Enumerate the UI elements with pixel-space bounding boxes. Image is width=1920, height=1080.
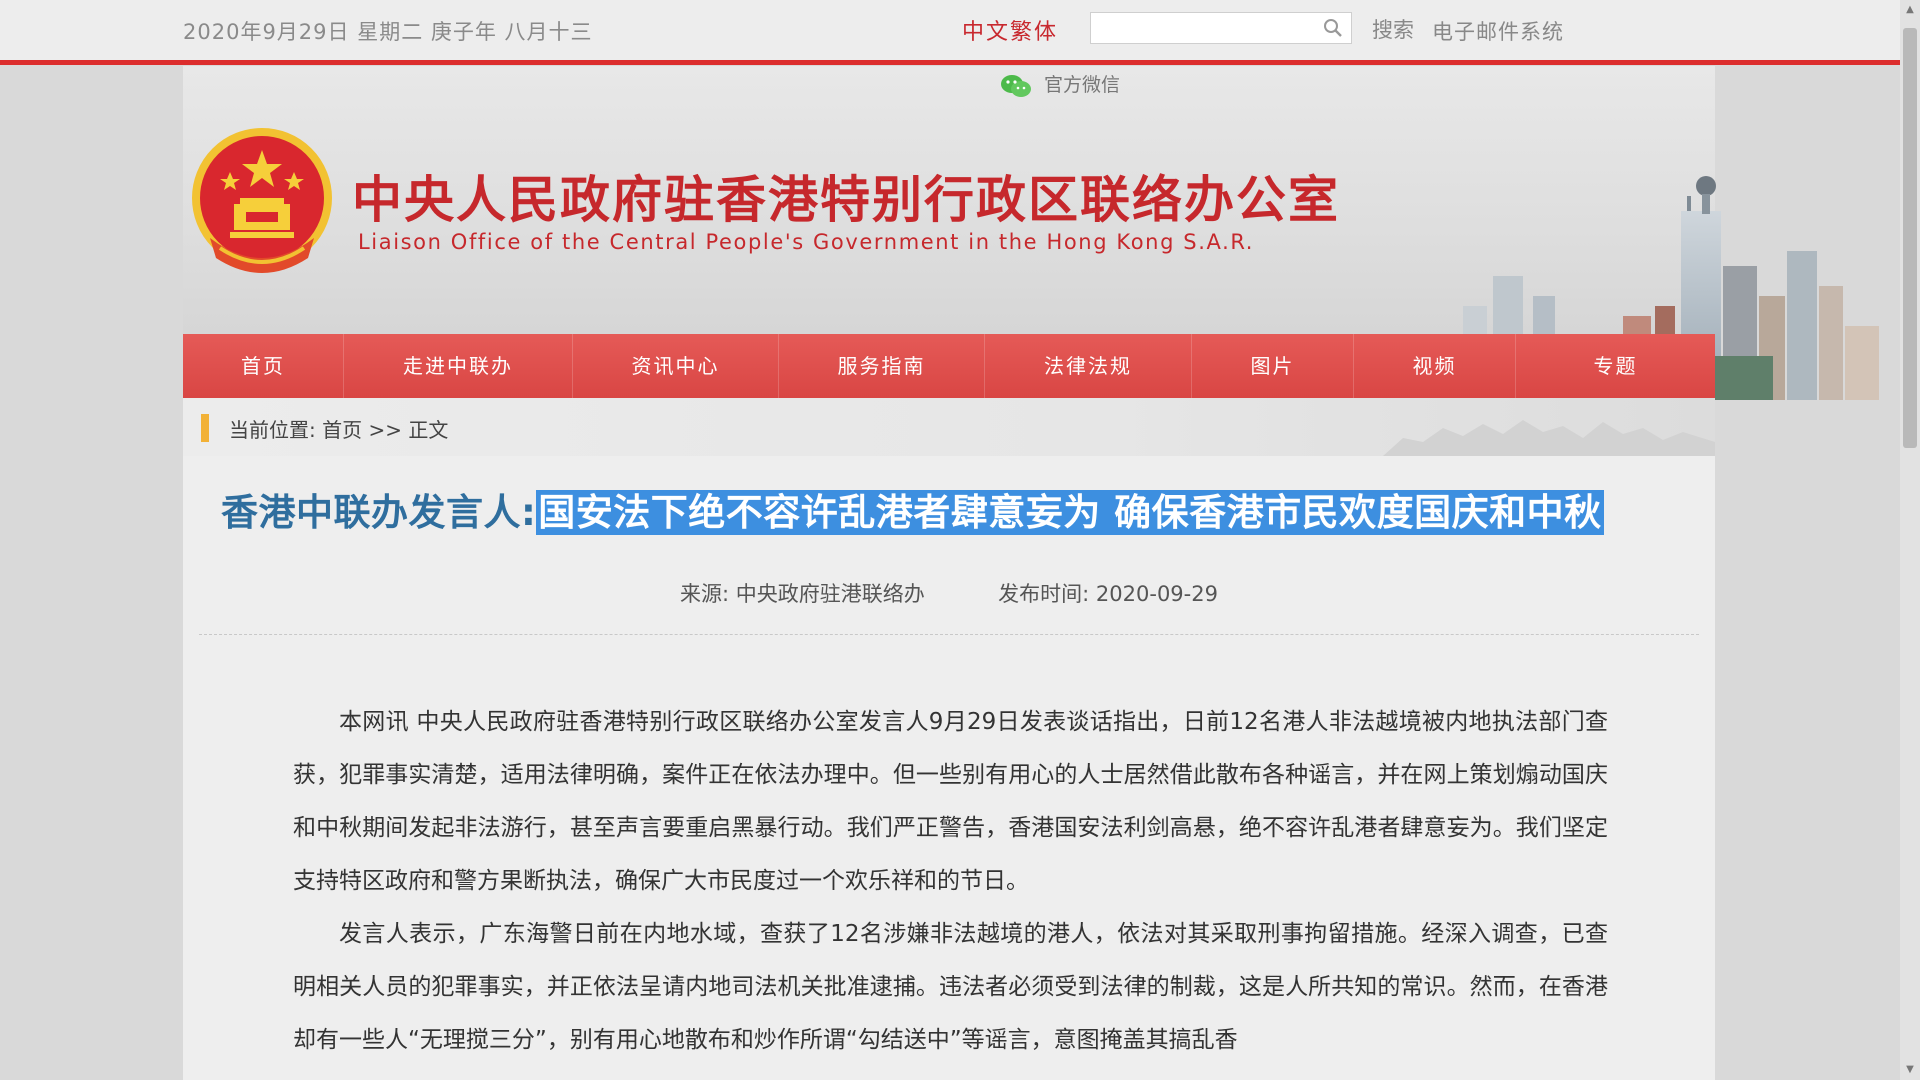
nav-item-pictures[interactable]: 图片 xyxy=(1192,334,1354,398)
top-red-divider xyxy=(0,60,1900,65)
email-system-link[interactable]: 电子邮件系统 xyxy=(1432,16,1564,46)
article-headline: 香港中联办发言人:国安法下绝不容许乱港者肆意妄为 确保香港市民欢度国庆和中秋 xyxy=(221,482,1604,536)
wechat-icon xyxy=(1001,74,1031,97)
page-scrollbar[interactable]: ▲ ▼ xyxy=(1900,0,1920,1080)
headline-selected-text[interactable]: 国安法下绝不容许乱港者肆意妄为 确保香港市民欢度国庆和中秋 xyxy=(536,490,1604,535)
nav-item-videos[interactable]: 视频 xyxy=(1354,334,1516,398)
search-box xyxy=(1090,12,1352,44)
article-meta: 来源: 中央政府驻港联络办 发布时间: 2020-09-29 xyxy=(183,578,1715,608)
article-body: 本网讯 中央人民政府驻香港特别行政区联络办公室发言人9月29日发表谈话指出，日前… xyxy=(293,696,1608,1067)
nav-item-laws[interactable]: 法律法规 xyxy=(985,334,1192,398)
nav-item-topics[interactable]: 专题 xyxy=(1516,334,1715,398)
breadcrumb-home-link[interactable]: 首页 xyxy=(322,418,362,442)
source-label: 来源: xyxy=(680,582,730,606)
publish-time-label: 发布时间: xyxy=(998,582,1090,606)
breadcrumb-marker xyxy=(201,414,209,442)
scroll-up-arrow-icon[interactable]: ▲ xyxy=(1904,4,1916,16)
breadcrumb: 当前位置: 首页 >> 正文 xyxy=(229,414,448,443)
top-utility-bar: 2020年9月29日 星期二 庚子年 八月十三 中文繁体 搜索 电子邮件系统 xyxy=(0,0,1900,60)
nav-item-home[interactable]: 首页 xyxy=(183,334,344,398)
wechat-label: 官方微信 xyxy=(1044,74,1121,96)
site-title-chinese: 中央人民政府驻香港特别行政区联络办公室 xyxy=(352,171,1340,229)
current-date: 2020年9月29日 星期二 庚子年 八月十三 xyxy=(183,20,593,44)
traditional-chinese-link[interactable]: 中文繁体 xyxy=(962,14,1058,46)
nav-item-news-center[interactable]: 资讯中心 xyxy=(573,334,779,398)
publish-time-value: 2020-09-29 xyxy=(1095,582,1218,606)
breadcrumb-bar: 当前位置: 首页 >> 正文 xyxy=(183,398,1715,456)
article-paragraph: 本网讯 中央人民政府驻香港特别行政区联络办公室发言人9月29日发表谈话指出，日前… xyxy=(293,709,1608,894)
scroll-down-arrow-icon[interactable]: ▼ xyxy=(1904,1064,1916,1076)
nav-item-about[interactable]: 走进中联办 xyxy=(344,334,573,398)
nav-item-service-guide[interactable]: 服务指南 xyxy=(779,334,985,398)
article-panel: 香港中联办发言人:国安法下绝不容许乱港者肆意妄为 确保香港市民欢度国庆和中秋 来… xyxy=(183,456,1715,1080)
breadcrumb-separator: >> xyxy=(368,418,402,442)
main-navigation: 首页 走进中联办 资讯中心 服务指南 法律法规 图片 视频 专题 xyxy=(183,334,1715,398)
search-icon[interactable] xyxy=(1323,18,1343,38)
national-emblem-logo xyxy=(192,128,332,273)
meta-divider xyxy=(199,634,1699,635)
article-paragraph: 发言人表示，广东海警日前在内地水域，查获了12名涉嫌非法越境的港人，依法对其采取… xyxy=(293,921,1608,1053)
scrollbar-thumb[interactable] xyxy=(1903,28,1917,448)
search-input[interactable] xyxy=(1091,13,1327,43)
source-value: 中央政府驻港联络办 xyxy=(735,582,925,606)
official-wechat-link[interactable]: 官方微信 xyxy=(1000,70,1120,98)
breadcrumb-skyline-image xyxy=(1383,420,1715,456)
headline-prefix: 香港中联办发言人: xyxy=(221,491,537,534)
search-button[interactable]: 搜索 xyxy=(1372,14,1414,44)
breadcrumb-prefix: 当前位置: xyxy=(229,418,316,442)
site-title-english: Liaison Office of the Central People's G… xyxy=(358,230,1255,254)
breadcrumb-current: 正文 xyxy=(408,418,449,442)
